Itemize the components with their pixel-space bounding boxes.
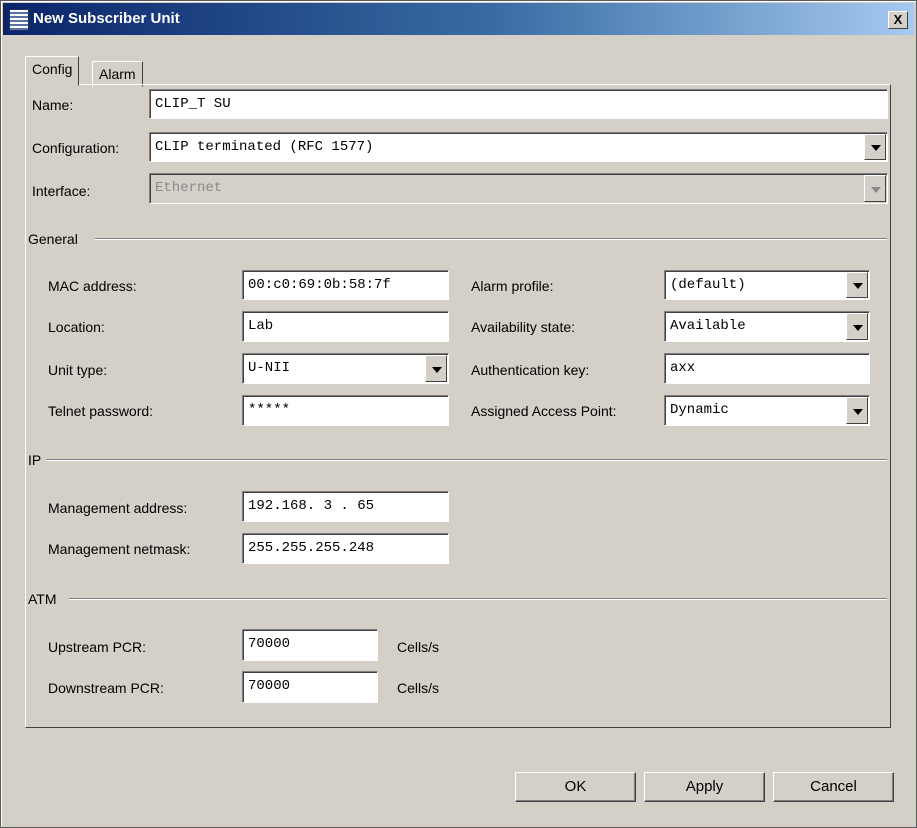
interface-label: Interface: <box>32 183 91 199</box>
mgmt-address-label: Management address: <box>48 500 188 516</box>
atm-divider <box>69 598 887 600</box>
auth-key-label: Authentication key: <box>471 362 590 378</box>
mgmt-address-field[interactable]: 192.168. 3 . 65 <box>242 491 449 522</box>
chevron-down-icon[interactable] <box>846 397 868 424</box>
configuration-select[interactable]: CLIP terminated (RFC 1577) <box>149 132 888 162</box>
unit-type-value: U-NII <box>248 360 291 376</box>
close-button[interactable]: X <box>888 11 908 29</box>
access-point-select[interactable]: Dynamic <box>664 395 870 426</box>
tab-config[interactable]: Config <box>25 56 80 86</box>
configuration-label: Configuration: <box>32 140 120 156</box>
upstream-label: Upstream PCR: <box>48 639 147 655</box>
telnet-label: Telnet password: <box>48 403 154 419</box>
downstream-label: Downstream PCR: <box>48 680 164 696</box>
chevron-down-icon[interactable] <box>425 355 447 382</box>
access-point-value: Dynamic <box>670 402 729 418</box>
unit-type-label: Unit type: <box>48 362 108 378</box>
name-label: Name: <box>32 97 74 113</box>
cancel-button[interactable]: Cancel <box>773 772 894 802</box>
title-bar[interactable]: New Subscriber Unit X <box>3 3 914 35</box>
mac-label: MAC address: <box>48 278 137 294</box>
name-field[interactable]: CLIP_T SU <box>149 89 888 119</box>
ok-button[interactable]: OK <box>515 772 636 802</box>
alarm-profile-select[interactable]: (default) <box>664 270 870 300</box>
alarm-profile-value: (default) <box>670 277 746 293</box>
unit-type-select[interactable]: U-NII <box>242 353 449 384</box>
interface-select: Ethernet <box>149 173 888 204</box>
general-legend: General <box>28 231 78 247</box>
chevron-down-icon[interactable] <box>846 272 868 298</box>
downstream-unit: Cells/s <box>397 680 440 696</box>
apply-button[interactable]: Apply <box>644 772 765 802</box>
app-icon <box>9 9 29 31</box>
mac-field[interactable]: 00:c0:69:0b:58:7f <box>242 270 449 300</box>
mgmt-netmask-label: Management netmask: <box>48 541 191 557</box>
alarm-profile-label: Alarm profile: <box>471 278 554 294</box>
upstream-pcr-field[interactable]: 70000 <box>242 629 378 661</box>
window-title: New Subscriber Unit <box>33 10 180 27</box>
mgmt-netmask-field[interactable]: 255.255.255.248 <box>242 533 449 564</box>
dialog-window: New Subscriber Unit X Config Alarm Name:… <box>0 0 917 828</box>
ip-legend: IP <box>28 452 42 468</box>
availability-value: Available <box>670 318 746 334</box>
access-point-label: Assigned Access Point: <box>471 403 617 419</box>
upstream-unit: Cells/s <box>397 639 440 655</box>
ip-divider <box>46 459 887 461</box>
interface-value: Ethernet <box>155 180 223 196</box>
location-field[interactable]: Lab <box>242 311 449 342</box>
telnet-password-field[interactable]: ***** <box>242 395 449 426</box>
location-label: Location: <box>48 319 105 335</box>
general-divider <box>95 238 887 240</box>
atm-legend: ATM <box>28 591 57 607</box>
availability-label: Availability state: <box>471 319 576 335</box>
chevron-down-icon[interactable] <box>846 313 868 340</box>
chevron-down-icon <box>864 175 886 202</box>
auth-key-field[interactable]: axx <box>664 353 870 384</box>
downstream-pcr-field[interactable]: 70000 <box>242 671 378 703</box>
configuration-value: CLIP terminated (RFC 1577) <box>155 139 374 155</box>
availability-select[interactable]: Available <box>664 311 870 342</box>
chevron-down-icon[interactable] <box>864 134 886 160</box>
